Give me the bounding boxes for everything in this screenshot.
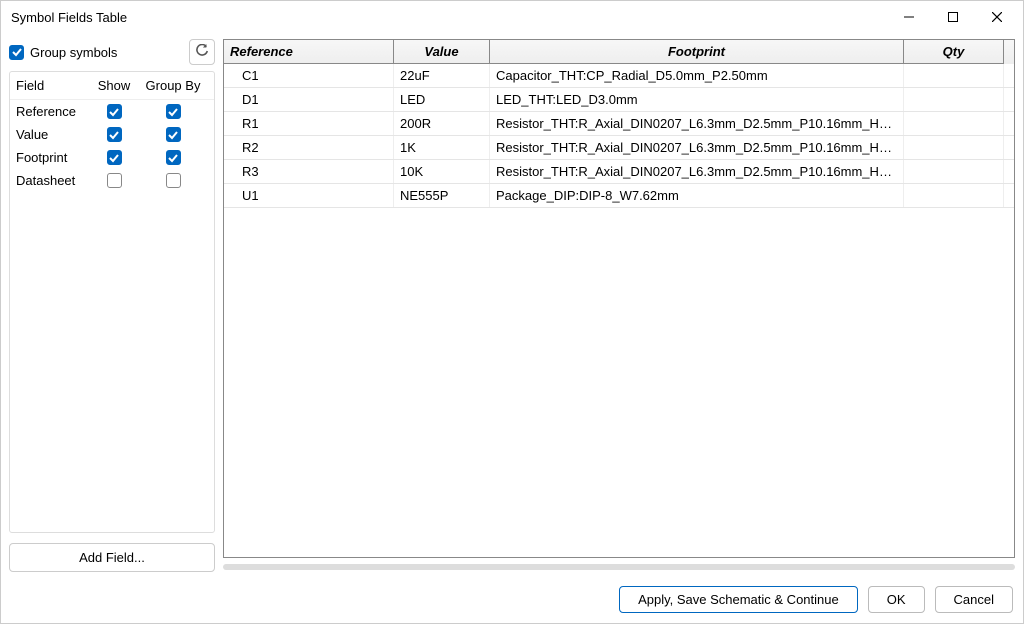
cell-reference[interactable]: R1 xyxy=(224,112,394,135)
field-header-groupby: Group By xyxy=(138,78,208,93)
minimize-button[interactable] xyxy=(887,3,931,31)
field-header-show: Show xyxy=(90,78,138,93)
cell-footprint[interactable]: Resistor_THT:R_Axial_DIN0207_L6.3mm_D2.5… xyxy=(490,160,904,183)
cell-value[interactable]: 22uF xyxy=(394,64,490,87)
cell-qty[interactable] xyxy=(904,184,1004,207)
refresh-icon xyxy=(195,44,209,61)
field-name: Footprint xyxy=(16,150,90,165)
cell-value[interactable]: LED xyxy=(394,88,490,111)
cell-qty[interactable] xyxy=(904,136,1004,159)
table-row[interactable]: C122uFCapacitor_THT:CP_Radial_D5.0mm_P2.… xyxy=(224,64,1014,88)
cell-reference[interactable]: R3 xyxy=(224,160,394,183)
cell-footprint[interactable]: LED_THT:LED_D3.0mm xyxy=(490,88,904,111)
cell-value[interactable]: 10K xyxy=(394,160,490,183)
cell-reference[interactable]: U1 xyxy=(224,184,394,207)
cell-value[interactable]: 200R xyxy=(394,112,490,135)
field-header-field: Field xyxy=(16,78,90,93)
close-button[interactable] xyxy=(975,3,1019,31)
apply-save-continue-button[interactable]: Apply, Save Schematic & Continue xyxy=(619,586,858,613)
show-checkbox[interactable] xyxy=(107,150,122,165)
cell-value[interactable]: NE555P xyxy=(394,184,490,207)
groupby-checkbox[interactable] xyxy=(166,127,181,142)
col-header-value[interactable]: Value xyxy=(394,40,490,64)
add-field-button[interactable]: Add Field... xyxy=(9,543,215,572)
cell-footprint[interactable]: Resistor_THT:R_Axial_DIN0207_L6.3mm_D2.5… xyxy=(490,112,904,135)
col-header-reference[interactable]: Reference xyxy=(224,40,394,64)
groupby-checkbox[interactable] xyxy=(166,104,181,119)
cell-qty[interactable] xyxy=(904,160,1004,183)
groupby-checkbox[interactable] xyxy=(166,150,181,165)
group-symbols-checkbox[interactable] xyxy=(9,45,24,60)
col-header-qty[interactable]: Qty xyxy=(904,40,1004,64)
cell-footprint[interactable]: Resistor_THT:R_Axial_DIN0207_L6.3mm_D2.5… xyxy=(490,136,904,159)
cell-reference[interactable]: D1 xyxy=(224,88,394,111)
ok-button[interactable]: OK xyxy=(868,586,925,613)
table-row[interactable]: R310KResistor_THT:R_Axial_DIN0207_L6.3mm… xyxy=(224,160,1014,184)
field-row: Footprint xyxy=(10,146,214,169)
cell-qty[interactable] xyxy=(904,88,1004,111)
table-row[interactable]: R21KResistor_THT:R_Axial_DIN0207_L6.3mm_… xyxy=(224,136,1014,160)
show-checkbox[interactable] xyxy=(107,173,122,188)
refresh-button[interactable] xyxy=(189,39,215,65)
horizontal-scrollbar[interactable] xyxy=(223,562,1015,572)
symbol-fields-grid: Reference Value Footprint Qty C122uFCapa… xyxy=(223,39,1015,558)
field-name: Datasheet xyxy=(16,173,90,188)
maximize-button[interactable] xyxy=(931,3,975,31)
cancel-button[interactable]: Cancel xyxy=(935,586,1013,613)
show-checkbox[interactable] xyxy=(107,104,122,119)
field-row: Reference xyxy=(10,100,214,123)
field-row: Value xyxy=(10,123,214,146)
cell-reference[interactable]: C1 xyxy=(224,64,394,87)
field-row: Datasheet xyxy=(10,169,214,192)
cell-value[interactable]: 1K xyxy=(394,136,490,159)
window-title: Symbol Fields Table xyxy=(11,10,887,25)
col-header-footprint[interactable]: Footprint xyxy=(490,40,904,64)
table-row[interactable]: D1LEDLED_THT:LED_D3.0mm xyxy=(224,88,1014,112)
table-row[interactable]: R1200RResistor_THT:R_Axial_DIN0207_L6.3m… xyxy=(224,112,1014,136)
field-list: Field Show Group By Reference Value Footpr… xyxy=(9,71,215,533)
cell-reference[interactable]: R2 xyxy=(224,136,394,159)
cell-footprint[interactable]: Capacitor_THT:CP_Radial_D5.0mm_P2.50mm xyxy=(490,64,904,87)
field-name: Value xyxy=(16,127,90,142)
show-checkbox[interactable] xyxy=(107,127,122,142)
table-row[interactable]: U1NE555PPackage_DIP:DIP-8_W7.62mm xyxy=(224,184,1014,208)
cell-qty[interactable] xyxy=(904,64,1004,87)
group-symbols-label: Group symbols xyxy=(30,45,117,60)
cell-qty[interactable] xyxy=(904,112,1004,135)
groupby-checkbox[interactable] xyxy=(166,173,181,188)
field-name: Reference xyxy=(16,104,90,119)
cell-footprint[interactable]: Package_DIP:DIP-8_W7.62mm xyxy=(490,184,904,207)
